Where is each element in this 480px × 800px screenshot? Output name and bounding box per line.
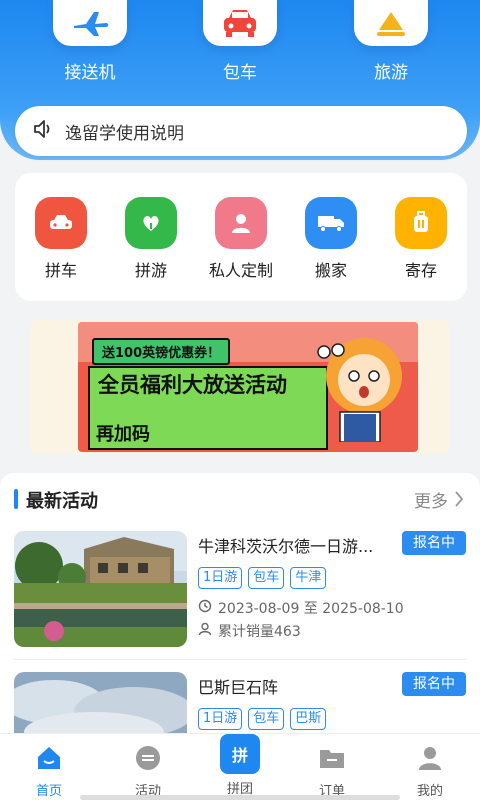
activity-tag: 包车	[248, 708, 285, 730]
banner-artwork: 送100英镑优惠券！ 全员福利大放送活动 再加码	[78, 322, 418, 452]
truck-icon	[305, 197, 357, 249]
group-buy-icon: 拼	[220, 734, 260, 774]
latest-activities-section: 最新活动 更多 牛津科茨沃尔德一日游... 报名中 1日游 包车 牛津 2023…	[0, 473, 480, 788]
tab-activity[interactable]: 活动	[100, 744, 196, 799]
profile-icon	[416, 744, 444, 772]
home-icon	[35, 744, 63, 772]
airplane-icon	[53, 0, 127, 46]
activity-tags: 1日游 包车 牛津	[198, 567, 327, 589]
activity-tag: 1日游	[198, 567, 243, 589]
chevron-right-icon[interactable]	[454, 490, 464, 512]
service-moving[interactable]: 搬家	[285, 197, 377, 281]
activity-title: 牛津科茨沃尔德一日游...	[198, 537, 374, 556]
top-item-charter[interactable]: 包车	[190, 0, 290, 83]
top-category-bar: 接送机 包车 旅游	[0, 0, 480, 90]
top-item-label: 包车	[223, 63, 257, 83]
activity-tags: 1日游 包车 巴斯	[198, 708, 327, 730]
activity-date-row: 2023-08-09 至 2025-08-10	[198, 598, 404, 618]
activity-sales-row: 累计销量463	[198, 621, 301, 641]
top-item-label: 旅游	[374, 63, 408, 83]
service-carpool[interactable]: 拼车	[15, 197, 107, 281]
activity-tag: 牛津	[290, 567, 327, 589]
banner-headline-box: 全员福利大放送活动 再加码	[88, 366, 328, 450]
activity-title: 巴斯巨石阵	[198, 678, 279, 697]
banner-coupon: 送100英镑优惠券！	[92, 338, 231, 365]
service-label: 私人定制	[208, 261, 273, 280]
activity-card[interactable]: 牛津科茨沃尔德一日游... 报名中 1日游 包车 牛津 2023-08-09 至…	[14, 531, 466, 651]
service-label: 寄存	[404, 261, 437, 280]
promo-banner[interactable]: 送100英镑优惠券！ 全员福利大放送活动 再加码	[30, 320, 450, 454]
activity-sales: 累计销量463	[218, 624, 301, 640]
tab-profile[interactable]: 我的	[382, 744, 478, 799]
home-indicator	[80, 795, 400, 800]
section-title: 最新活动	[26, 491, 98, 512]
tab-orders[interactable]: 订单	[284, 744, 380, 799]
activity-tag: 1日游	[198, 708, 243, 730]
activity-tag: 包车	[248, 567, 285, 589]
activity-thumbnail	[14, 531, 187, 647]
banner-headline: 全员福利大放送活动	[98, 373, 287, 397]
speaker-icon	[33, 119, 55, 143]
banner-code: 再加码	[96, 423, 150, 445]
section-header: 最新活动 更多	[14, 487, 466, 512]
service-label: 拼车	[44, 261, 77, 280]
section-accent-bar	[14, 489, 18, 509]
service-label: 拼游	[134, 261, 167, 280]
activity-date: 2023-08-09 至 2025-08-10	[218, 601, 404, 617]
service-group-tour[interactable]: 拼游	[105, 197, 197, 281]
status-badge: 报名中	[402, 672, 466, 696]
service-storage[interactable]: 寄存	[375, 197, 467, 281]
car-icon	[203, 0, 277, 46]
activity-icon	[134, 744, 162, 772]
clock-icon	[198, 599, 212, 617]
top-item-airport-transfer[interactable]: 接送机	[40, 0, 140, 83]
tab-home[interactable]: 首页	[1, 744, 97, 799]
divider	[14, 659, 466, 660]
service-grid: 拼车 拼游 私人定制 搬家 寄存	[15, 173, 467, 301]
luggage-icon	[395, 197, 447, 249]
activity-tag: 巴斯	[290, 708, 327, 730]
mascot-illustration	[317, 338, 402, 442]
service-custom[interactable]: 私人定制	[195, 197, 287, 281]
tab-group-buy[interactable]: 拼 拼团	[192, 734, 288, 797]
notice-bar[interactable]: 逸留学使用说明	[15, 106, 467, 156]
person-icon	[215, 197, 267, 249]
user-icon	[198, 622, 212, 640]
notice-text: 逸留学使用说明	[65, 123, 184, 144]
carpool-icon	[35, 197, 87, 249]
more-link[interactable]: 更多	[414, 487, 448, 512]
mountain-icon	[354, 0, 428, 46]
top-item-label: 接送机	[64, 63, 116, 83]
top-item-tourism[interactable]: 旅游	[341, 0, 441, 83]
status-badge: 报名中	[402, 531, 466, 555]
bottom-tab-bar: 首页 活动 拼 拼团 订单 我的	[0, 733, 480, 800]
heart-leaf-icon	[125, 197, 177, 249]
order-folder-icon	[318, 744, 346, 772]
service-label: 搬家	[314, 261, 347, 280]
